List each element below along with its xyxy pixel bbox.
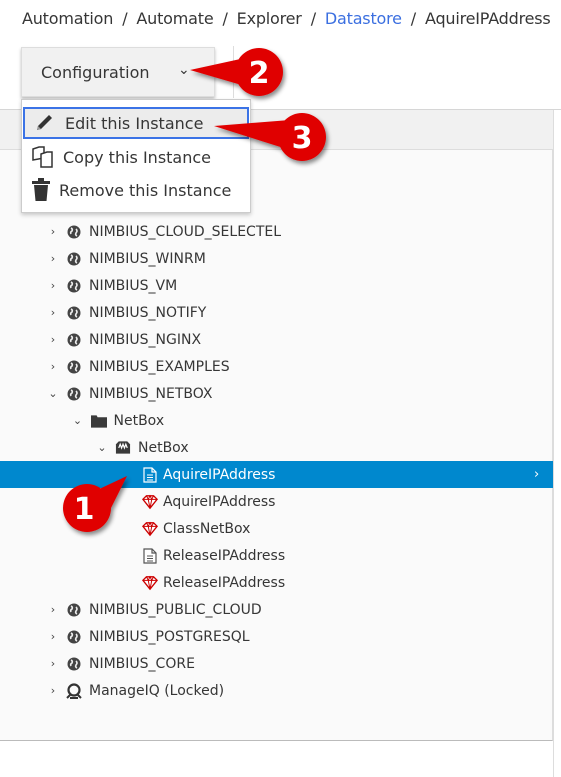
callout-number: 3 [292, 121, 313, 156]
callout-1: 1 [63, 476, 127, 532]
callout-number: 1 [74, 492, 95, 527]
callout-2: 2 [190, 48, 283, 96]
annotation-overlay: 2 3 1 [63, 48, 326, 532]
callout-number: 2 [249, 56, 270, 91]
callout-3: 3 [214, 113, 326, 161]
